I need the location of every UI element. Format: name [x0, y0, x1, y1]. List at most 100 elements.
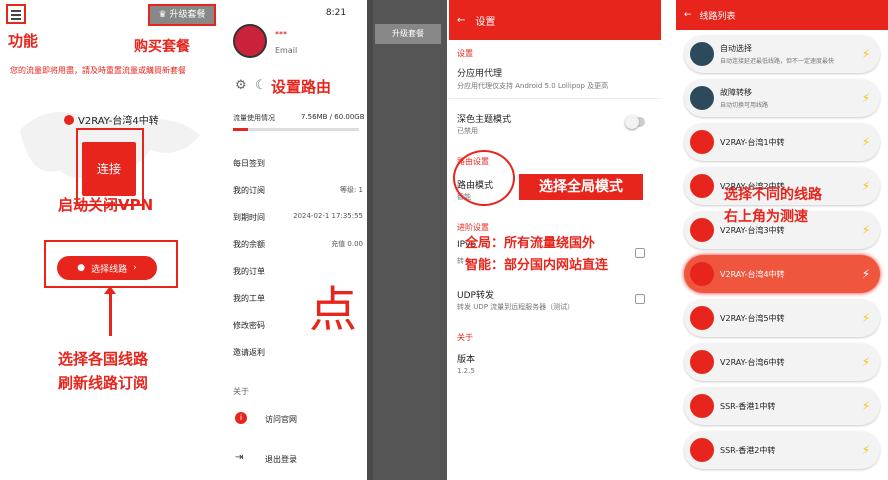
panel-drawer: 升级套餐 *** Email ⚙ ☾ 设置路由 流量使用情况 7.56MB / …	[225, 0, 447, 480]
menu-button[interactable]	[6, 4, 26, 24]
line-logo-icon	[690, 394, 714, 418]
upgrade-button[interactable]: ♛ 升级套餐	[148, 4, 216, 26]
udp-sub: 转发 UDP 流量到远程服务器（测试）	[457, 303, 575, 311]
select-line-label: 选择线路	[91, 264, 128, 275]
status-time: 8:21	[325, 8, 347, 18]
speed-test-icon[interactable]: ⚡	[858, 355, 874, 369]
upgrade-button-dimmed: 升级套餐	[375, 24, 441, 44]
chevron-right-icon: ›	[133, 263, 137, 273]
udp-title[interactable]: UDP转发	[457, 288, 494, 301]
drawer-menu-label: 我的余额	[233, 240, 265, 249]
line-item[interactable]: 故障转移 自动切换可用线路 ⚡	[684, 79, 880, 117]
speed-test-icon[interactable]: ⚡	[858, 443, 874, 457]
annotation-global-1: 全局：所有流量绕国外	[465, 236, 596, 251]
line-list-appbar: ← 线路列表	[676, 0, 888, 30]
gear-icon[interactable]: ⚙	[235, 78, 247, 93]
usage-value: 7.56MB / 60.00GB	[301, 113, 365, 121]
dark-mode-toggle[interactable]	[625, 115, 645, 129]
ipv6-checkbox[interactable]	[635, 248, 645, 258]
line-desc: 自动切换可用线路	[720, 102, 769, 109]
divider	[449, 98, 661, 99]
drawer-menu-label: 每日签到	[233, 159, 265, 168]
panel-settings: ← 设置 设置 分应用代理 分应用代理仅支持 Android 5.0 Lolli…	[449, 0, 661, 480]
settings-title: 设置	[475, 16, 496, 28]
line-logo-icon	[690, 174, 714, 198]
line-logo-icon	[690, 218, 714, 242]
line-logo-icon	[690, 262, 714, 286]
udp-checkbox[interactable]	[635, 294, 645, 304]
line-item[interactable]: V2RAY-台湾5中转 ⚡	[684, 299, 880, 337]
visit-site[interactable]: 访问官网	[265, 414, 297, 425]
ipv6-sub: 转	[457, 257, 464, 265]
drawer-menu-item[interactable]: 邀请返利	[233, 347, 363, 358]
about-heading: 关于	[233, 387, 249, 396]
user-name: ***	[275, 30, 287, 39]
drawer-menu-item[interactable]: 到期时间 2024-02-1 17:35:55	[233, 212, 363, 223]
dimmed-background	[373, 0, 447, 480]
speed-test-icon[interactable]: ⚡	[858, 399, 874, 413]
speed-test-icon[interactable]: ⚡	[858, 91, 874, 105]
speed-test-icon[interactable]: ⚡	[858, 311, 874, 325]
line-name: V2RAY-台湾5中转	[720, 313, 785, 323]
line-logo-icon	[64, 114, 74, 125]
usage-label: 流量使用情况	[233, 114, 275, 122]
panel-line-list: ← 线路列表 自动选择 自动连接延迟最低线路，但不一定速度最快 ⚡ 故障转移 自动切换可…	[676, 0, 888, 480]
line-logo-icon	[690, 42, 714, 66]
usage-fill	[233, 128, 249, 131]
drawer-menu-item[interactable]: 我的余额 充值 0.00	[233, 239, 363, 250]
line-name: SSR-香港2中转	[720, 445, 776, 455]
current-line: V2RAY-台湾4中转	[64, 112, 159, 127]
annotation-lines-1: 选择不同的线路	[724, 187, 822, 203]
line-item[interactable]: SSR-香港2中转 ⚡	[684, 431, 880, 469]
annotation-vpn: 启动关闭VPN	[58, 196, 154, 214]
annotation-lines-2: 右上角为测速	[724, 209, 808, 225]
drawer-menu-label: 到期时间	[233, 213, 265, 222]
traffic-warning: 您的流量即将用盡，請及時重置流量或購買新套餐	[10, 66, 186, 75]
dark-mode-title: 深色主题模式	[457, 115, 512, 125]
current-line-label: V2RAY-台湾4中转	[78, 116, 159, 127]
logout-button[interactable]: 退出登录	[265, 454, 297, 465]
annotation-arrow	[104, 286, 116, 336]
annotation-function: 功能	[8, 32, 39, 50]
line-item[interactable]: V2RAY-台湾6中转 ⚡	[684, 343, 880, 381]
back-arrow-icon[interactable]: ←	[684, 10, 692, 20]
logout-icon: ⇥	[235, 452, 244, 463]
annotation-click: 点	[309, 282, 358, 338]
line-item[interactable]: 自动选择 自动连接延迟最低线路，但不一定速度最快 ⚡	[684, 35, 880, 73]
section-settings: 设置	[457, 49, 473, 58]
annotation-route: 设置路由	[271, 78, 332, 96]
line-name: V2RAY-台湾1中转	[720, 137, 785, 147]
avatar[interactable]	[233, 24, 267, 58]
line-name: SSR-香港1中转	[720, 401, 776, 411]
annotation-select-2: 刷新线路订阅	[58, 374, 149, 392]
drawer-menu-label: 我的订阅	[233, 186, 265, 195]
drawer-menu-item[interactable]: 每日签到	[233, 158, 363, 169]
user-email: Email	[275, 46, 298, 55]
connect-button[interactable]: 连接	[82, 142, 136, 196]
speed-test-icon[interactable]: ⚡	[858, 47, 874, 61]
split-proxy-sub: 分应用代理仅支持 Android 5.0 Lollipop 及更高	[457, 82, 609, 90]
line-item[interactable]: V2RAY-台湾4中转 ⚡	[684, 255, 880, 293]
drawer-menu-label: 我的订单	[233, 267, 265, 276]
drawer-menu-value: 充值 0.00	[331, 240, 363, 248]
info-icon: i	[235, 412, 247, 424]
navigation-drawer: *** Email ⚙ ☾ 设置路由 流量使用情况 7.56MB / 60.00…	[225, 0, 367, 480]
version-value: 1.2.5	[457, 367, 475, 375]
annotation-global: 选择全局模式	[519, 174, 643, 200]
moon-icon[interactable]: ☾	[255, 78, 267, 93]
speed-test-icon[interactable]: ⚡	[858, 223, 874, 237]
line-item[interactable]: V2RAY-台湾1中转 ⚡	[684, 123, 880, 161]
speed-test-icon[interactable]: ⚡	[858, 179, 874, 193]
drawer-menu-item[interactable]: 我的订阅 等级: 1	[233, 185, 363, 196]
drawer-menu-label: 修改密码	[233, 321, 265, 330]
line-logo-icon	[690, 130, 714, 154]
drawer-menu-label: 邀请返利	[233, 348, 265, 357]
section-about: 关于	[457, 333, 473, 342]
back-arrow-icon[interactable]: ←	[457, 15, 465, 26]
select-line-button[interactable]: ● 选择线路 ›	[57, 256, 157, 280]
line-item[interactable]: SSR-香港1中转 ⚡	[684, 387, 880, 425]
split-proxy-title[interactable]: 分应用代理	[457, 66, 502, 79]
speed-test-icon[interactable]: ⚡	[858, 135, 874, 149]
annotation-global-2: 智能：部分国内网站直连	[465, 258, 609, 273]
speed-test-icon[interactable]: ⚡	[858, 267, 874, 281]
